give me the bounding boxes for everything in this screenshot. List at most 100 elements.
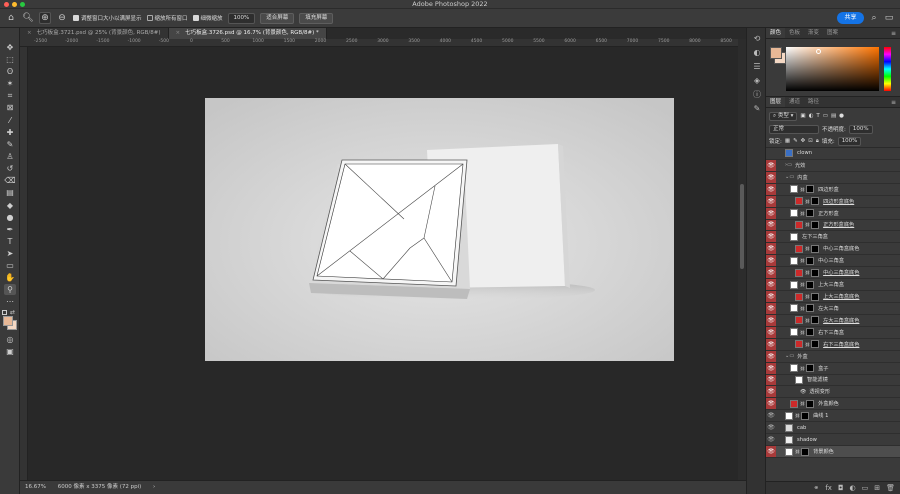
layer-row[interactable]: 👁︎ ⛓ 左大三角: [766, 302, 900, 315]
canvas-area[interactable]: [28, 47, 738, 480]
mask-link-icon[interactable]: ⛓: [800, 187, 805, 192]
tab-paths[interactable]: 路径: [804, 97, 823, 107]
default-colors-icon[interactable]: [2, 310, 7, 315]
layer-thumbnail[interactable]: [795, 340, 803, 349]
quick-mask-icon[interactable]: ◎: [4, 334, 16, 345]
visibility-eye-icon[interactable]: 👁︎: [766, 386, 776, 398]
mask-link-icon[interactable]: ⛓: [800, 401, 805, 406]
new-group-icon[interactable]: ▭: [862, 484, 869, 492]
layer-row[interactable]: 👁︎ 👁︎ 透视变形: [766, 386, 900, 399]
tab-layers[interactable]: 图层: [766, 97, 786, 107]
lock-position-icon[interactable]: ✥: [801, 138, 806, 144]
layer-mask-thumbnail[interactable]: [806, 364, 815, 373]
dodge-tool-icon[interactable]: ●: [4, 212, 16, 223]
layer-thumbnail[interactable]: [795, 268, 803, 277]
mask-link-icon[interactable]: ⛓: [795, 413, 800, 418]
minimize-window-button[interactable]: [12, 2, 17, 7]
layer-row[interactable]: 👁︎ ⌄ ▭ 外盒: [766, 350, 900, 363]
layer-row[interactable]: 👁︎ 智能滤镜: [766, 374, 900, 387]
lock-all-icon[interactable]: 🔒︎: [816, 138, 819, 145]
layer-name[interactable]: cab: [797, 425, 806, 431]
layer-thumbnail[interactable]: [795, 316, 803, 325]
layer-mask-thumbnail[interactable]: [806, 304, 815, 313]
layer-row[interactable]: 👁︎ ⛓ 上大三角盒: [766, 279, 900, 292]
delete-layer-icon[interactable]: 🗑︎: [886, 484, 895, 492]
layer-mask-thumbnail[interactable]: [811, 316, 820, 325]
resize-windows-checkbox[interactable]: 调整窗口大小以满屏显示: [73, 14, 142, 22]
filter-adjust-icon[interactable]: ◐: [809, 113, 814, 119]
mask-link-icon[interactable]: ⛓: [800, 306, 805, 311]
layer-name[interactable]: 左大三角盒底色: [823, 317, 859, 324]
link-layers-icon[interactable]: ⚭: [813, 484, 819, 492]
layer-row[interactable]: 👁︎ ⛓ 正方形盒: [766, 207, 900, 220]
layer-row[interactable]: 👁︎ ⛓ 上大三角盒底色: [766, 291, 900, 303]
mask-link-icon[interactable]: ⛓: [805, 342, 810, 347]
lock-pixels-icon[interactable]: ▦: [785, 138, 790, 144]
layer-mask-thumbnail[interactable]: [811, 244, 820, 253]
layer-row[interactable]: 👁︎ ⛓ 左大三角盒底色: [766, 314, 900, 327]
layer-name[interactable]: 左下三角盒: [802, 233, 828, 240]
layer-name[interactable]: 透视变形: [809, 388, 830, 395]
layer-name[interactable]: 中心三角盒底色: [823, 269, 859, 276]
layer-row[interactable]: 👁︎ ⛓ 中心三角盒: [766, 255, 900, 268]
layer-mask-thumbnail[interactable]: [806, 185, 815, 194]
zoom-out-icon[interactable]: ⊖: [56, 12, 68, 24]
mask-link-icon[interactable]: ⛓: [805, 318, 810, 323]
visibility-eye-icon[interactable]: 👁︎: [766, 231, 776, 243]
mask-link-icon[interactable]: ⛓: [800, 330, 805, 335]
layer-thumbnail[interactable]: [795, 197, 803, 206]
visibility-eye-icon[interactable]: 👁︎: [766, 422, 776, 433]
layer-row[interactable]: 👁︎ ⛓ 曲线 1: [766, 410, 900, 423]
visibility-eye-icon[interactable]: 👁︎: [766, 362, 776, 374]
layer-row[interactable]: 👁︎ ⛓ 右下三角盒: [766, 326, 900, 339]
layer-row[interactable]: 👁︎ shadow: [766, 434, 900, 447]
filter-type-icon[interactable]: T: [816, 113, 819, 119]
visibility-eye-icon[interactable]: 👁︎: [766, 446, 776, 457]
layer-row[interactable]: clown: [766, 148, 900, 160]
tab-gradients[interactable]: 渐变: [804, 28, 823, 38]
layer-mask-thumbnail[interactable]: [801, 411, 810, 420]
magic-wand-tool-icon[interactable]: ✶: [4, 78, 16, 89]
visibility-eye-icon[interactable]: 👁︎: [766, 291, 776, 302]
layer-row[interactable]: 👁︎ ⛓ 四边形盒底色: [766, 195, 900, 208]
close-tab-icon[interactable]: ×: [176, 30, 181, 36]
layer-name[interactable]: 内盒: [797, 174, 807, 181]
healing-brush-tool-icon[interactable]: ✚: [4, 127, 16, 138]
more-tools-icon[interactable]: ⋯: [4, 296, 16, 307]
layer-mask-thumbnail[interactable]: [811, 268, 820, 277]
filter-toggle-icon[interactable]: ●: [839, 113, 844, 119]
brush-settings-panel-icon[interactable]: ✎: [752, 104, 762, 114]
layer-thumbnail[interactable]: [790, 399, 798, 408]
mask-link-icon[interactable]: ⛓: [800, 258, 805, 263]
adjustments-panel-icon[interactable]: ◐: [752, 48, 762, 58]
mask-link-icon[interactable]: ⛓: [800, 282, 805, 287]
visibility-eye-icon[interactable]: 👁︎: [766, 219, 776, 231]
shape-tool-icon[interactable]: ▭: [4, 260, 16, 271]
gradient-tool-icon[interactable]: ▤: [4, 187, 16, 198]
layer-row[interactable]: 👁︎ › ▭ 光效: [766, 159, 900, 172]
layer-thumbnail[interactable]: [790, 304, 798, 313]
new-layer-icon[interactable]: ⊞: [874, 484, 880, 492]
document-tab-active[interactable]: × 七巧板盒.3726.psd @ 16.7% (背景颜色, RGB/8#) *: [168, 28, 327, 39]
layer-name[interactable]: 四边形盒底色: [823, 198, 854, 205]
layer-filter-select[interactable]: ⌕ 类型 ▾: [769, 111, 798, 121]
fit-screen-button[interactable]: 适合屏幕: [260, 12, 295, 24]
fill-screen-button[interactable]: 填充屏幕: [299, 12, 334, 24]
scrubby-zoom-checkbox[interactable]: 细微缩放: [192, 14, 223, 22]
layer-name[interactable]: 中心三角盒: [818, 257, 844, 264]
layer-name[interactable]: clown: [797, 150, 812, 156]
visibility-eye-icon[interactable]: 👁︎: [766, 171, 776, 183]
tab-swatches[interactable]: 色板: [785, 28, 804, 38]
visibility-eye-icon[interactable]: 👁︎: [766, 314, 776, 326]
eyedropper-tool-icon[interactable]: ⁄: [4, 115, 16, 126]
layer-thumbnail[interactable]: [790, 364, 798, 373]
layer-mask-thumbnail[interactable]: [811, 220, 820, 229]
color-panel-foreground-swatch[interactable]: [770, 47, 782, 59]
visibility-eye-icon[interactable]: 👁︎: [766, 350, 776, 362]
opacity-field[interactable]: 100%: [848, 124, 873, 134]
layer-name[interactable]: 盒子: [818, 365, 828, 372]
panel-menu-icon[interactable]: ≡: [891, 28, 896, 39]
zoom-tool-icon[interactable]: ⚲: [4, 284, 16, 295]
lasso-tool-icon[interactable]: ʘ: [4, 66, 16, 77]
visibility-eye-icon[interactable]: 👁︎: [766, 374, 776, 386]
